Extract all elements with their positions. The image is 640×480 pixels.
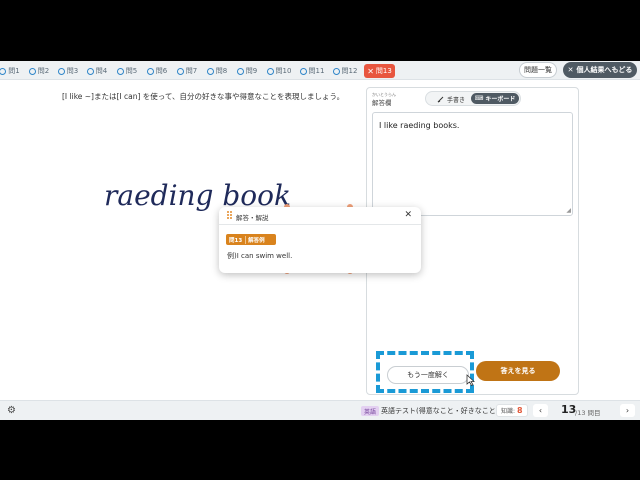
test-name: 英語テスト(得意なこと・好きなこと) (381, 407, 499, 415)
pen-icon (437, 96, 444, 102)
gear-icon[interactable]: ⚙ (7, 405, 16, 416)
tab-label: 問11 (308, 67, 325, 75)
tab-label: 問4 (95, 67, 108, 75)
chevron-right-icon: › (625, 406, 630, 415)
tab-label: 問3 (66, 67, 79, 75)
panel-label: 解答欄 (372, 99, 392, 107)
tab-q1[interactable]: 問1 (0, 64, 21, 78)
next-question-button[interactable]: › (620, 404, 635, 417)
tab-q8[interactable]: 問8 (205, 64, 229, 78)
circle-icon (57, 67, 65, 75)
circle-icon (332, 67, 340, 75)
chevron-left-icon: ‹ (538, 406, 543, 415)
tab-label: 問13 (375, 67, 392, 75)
resize-handle-icon[interactable]: ◢ (566, 207, 571, 214)
tab-label: 問2 (37, 67, 50, 75)
bottom-bar: ⚙ 英語 英語テスト(得意なこと・好きなこと) 知識: 8 ‹ 13 /13 問… (0, 400, 640, 420)
tab-label: 問12 (341, 67, 358, 75)
tab-label: 問6 (155, 67, 168, 75)
circle-icon (146, 67, 154, 75)
tab-label: 問5 (125, 67, 138, 75)
close-icon[interactable]: ✕ (404, 210, 412, 220)
mouse-cursor-icon (466, 374, 475, 386)
tab-q11[interactable]: 問11 (298, 64, 326, 78)
back-button-label: 個人結果へもどる (576, 66, 633, 74)
circle-icon (266, 67, 274, 75)
tab-q5[interactable]: 問5 (115, 64, 139, 78)
example-answer: 例)I can swim well. (227, 252, 293, 260)
circle-icon (28, 67, 36, 75)
tab-label: 問9 (245, 67, 258, 75)
badge-number: 問13 (229, 237, 243, 244)
circle-icon (236, 67, 244, 75)
subject-tag: 英語 (361, 406, 380, 416)
tab-q2[interactable]: 問2 (27, 64, 51, 78)
circle-icon (116, 67, 124, 75)
circle-icon (206, 67, 214, 75)
tab-q4[interactable]: 問4 (85, 64, 109, 78)
screen: 問1 問2 問3 問4 問5 問6 問7 問8 問9 問10 問11 問12 ✕… (0, 0, 640, 480)
tab-q7[interactable]: 問7 (175, 64, 199, 78)
tab-q12[interactable]: 問12 (331, 64, 359, 78)
prev-question-button[interactable]: ‹ (533, 404, 548, 417)
question-tab-bar: 問1 問2 問3 問4 問5 問6 問7 問8 問9 問10 問11 問12 ✕… (0, 61, 640, 80)
question-total: /13 問目 (575, 409, 601, 417)
circle-icon (0, 67, 7, 75)
answer-text: I like raeding books. (379, 121, 460, 130)
question-list-button[interactable]: 問題一覧 (519, 62, 557, 78)
show-answer-button[interactable]: 答えを見る (476, 361, 560, 381)
tab-label: 問1 (8, 67, 20, 75)
tab-q13[interactable]: ✕ 問13 (364, 64, 395, 78)
popup-header[interactable]: 解答・解説 ✕ (219, 207, 421, 225)
close-icon: ✕ (567, 66, 574, 74)
circle-icon (176, 67, 184, 75)
circle-icon (86, 67, 94, 75)
answer-textarea[interactable]: I like raeding books. ◢ (372, 112, 573, 216)
score-label: 知識: (501, 408, 516, 415)
tab-label: 問10 (275, 67, 292, 75)
handwriting-mode-label: 手書き (446, 96, 465, 104)
question-instruction: [I like ~]または[I can] を使って、自分の好きな事や得意なことを… (62, 92, 345, 101)
input-mode-switch: 手書き ⌨ キーボード (425, 91, 521, 106)
tab-label: 問8 (215, 67, 228, 75)
handwriting-mode-button[interactable]: 手書き (430, 94, 472, 104)
score-box: 知識: 8 (496, 404, 528, 417)
badge-text: 解答例 (245, 235, 267, 244)
test-app: 問1 問2 問3 問4 問5 問6 問7 問8 問9 問10 問11 問12 ✕… (0, 61, 640, 420)
tab-q10[interactable]: 問10 (265, 64, 293, 78)
cross-icon: ✕ (367, 66, 374, 76)
tab-q6[interactable]: 問6 (145, 64, 169, 78)
keyboard-mode-button[interactable]: ⌨ キーボード (471, 93, 519, 104)
score-value: 8 (517, 406, 523, 415)
answer-example-badge: 問13 解答例 (226, 234, 276, 245)
back-to-results-button[interactable]: ✕ 個人結果へもどる (563, 62, 637, 78)
explanation-popup: 解答・解説 ✕ 問13 解答例 例)I can swim well. (219, 207, 421, 273)
keyboard-mode-label: キーボード (485, 96, 516, 103)
drag-handle-icon[interactable] (227, 211, 233, 220)
circle-icon (299, 67, 307, 75)
popup-title: 解答・解説 (236, 214, 269, 222)
keyboard-icon: ⌨ (474, 95, 484, 102)
retry-button[interactable]: もう一度解く (387, 366, 469, 384)
tab-label: 問7 (185, 67, 198, 75)
tab-q9[interactable]: 問9 (235, 64, 259, 78)
tab-q3[interactable]: 問3 (56, 64, 80, 78)
